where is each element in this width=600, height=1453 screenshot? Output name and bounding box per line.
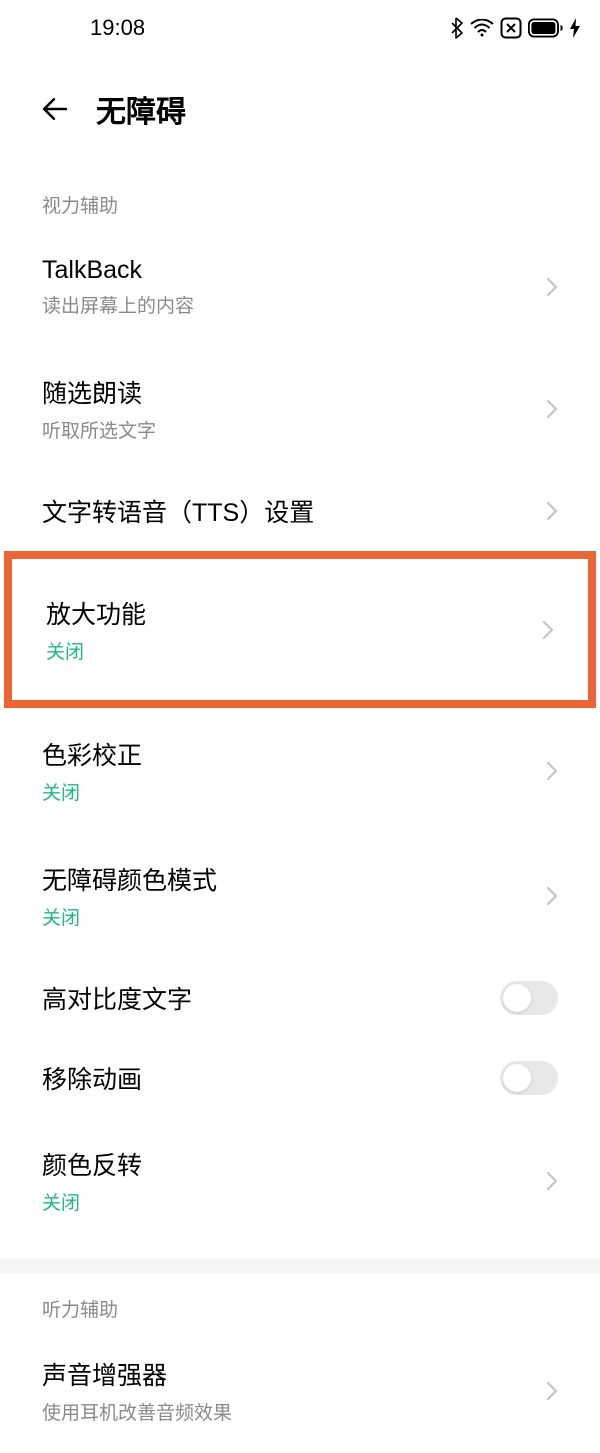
chevron-right-icon: [546, 399, 558, 419]
item-title: 颜色反转: [42, 1146, 142, 1182]
item-color-correction[interactable]: 色彩校正 关闭: [0, 708, 600, 833]
item-status: 关闭: [46, 637, 146, 664]
item-sound-amplifier[interactable]: 声音增强器 使用耳机改善音频效果: [0, 1328, 600, 1453]
chevron-right-icon: [546, 1171, 558, 1191]
item-title: 无障碍颜色模式: [42, 861, 217, 897]
page-title: 无障碍: [96, 87, 186, 131]
item-subtitle: 使用耳机改善音频效果: [42, 1398, 232, 1425]
item-magnify[interactable]: 放大功能 关闭: [12, 559, 588, 700]
section-visual-label: 视力辅助: [0, 153, 600, 228]
chevron-right-icon: [546, 277, 558, 297]
toggle-high-contrast[interactable]: [500, 981, 558, 1015]
chevron-right-icon: [546, 1381, 558, 1401]
section-hearing-label: 听力辅助: [0, 1273, 600, 1328]
item-talkback[interactable]: TalkBack 读出屏幕上的内容: [0, 228, 600, 346]
item-color-invert[interactable]: 颜色反转 关闭: [0, 1118, 600, 1243]
item-title: 高对比度文字: [42, 980, 192, 1016]
status-bar: 19:08: [0, 0, 600, 55]
item-high-contrast[interactable]: 高对比度文字: [0, 958, 600, 1038]
item-accessible-color[interactable]: 无障碍颜色模式 关闭: [0, 833, 600, 958]
section-divider: [0, 1259, 600, 1273]
item-status: 关闭: [42, 1188, 142, 1215]
toggle-remove-animation[interactable]: [500, 1061, 558, 1095]
chevron-right-icon: [542, 620, 554, 640]
item-subtitle: 读出屏幕上的内容: [42, 291, 194, 318]
item-title: 随选朗读: [42, 374, 156, 410]
battery-icon: [528, 18, 564, 38]
highlight-box: 放大功能 关闭: [4, 551, 596, 708]
chevron-right-icon: [546, 761, 558, 781]
item-subtitle: 听取所选文字: [42, 416, 156, 443]
chevron-right-icon: [546, 886, 558, 906]
item-title: 声音增强器: [42, 1356, 232, 1392]
charging-icon: [570, 18, 580, 38]
item-title: 文字转语音（TTS）设置: [42, 493, 314, 529]
back-arrow-icon[interactable]: [42, 96, 68, 122]
item-title: 移除动画: [42, 1060, 142, 1096]
item-remove-animation[interactable]: 移除动画: [0, 1038, 600, 1118]
bluetooth-icon: [450, 17, 464, 39]
item-tts[interactable]: 文字转语音（TTS）设置: [0, 471, 600, 551]
item-status: 关闭: [42, 778, 142, 805]
wifi-icon: [470, 19, 494, 37]
item-select-to-speak[interactable]: 随选朗读 听取所选文字: [0, 346, 600, 471]
item-status: 关闭: [42, 903, 217, 930]
close-box-icon: [500, 17, 522, 39]
item-title: 放大功能: [46, 595, 146, 631]
toggle-knob: [503, 984, 531, 1012]
item-title: TalkBack: [42, 256, 194, 285]
chevron-right-icon: [546, 501, 558, 521]
header: 无障碍: [0, 55, 600, 153]
item-title: 色彩校正: [42, 736, 142, 772]
status-time: 19:08: [90, 15, 145, 41]
status-icons: [450, 17, 580, 39]
toggle-knob: [503, 1064, 531, 1092]
